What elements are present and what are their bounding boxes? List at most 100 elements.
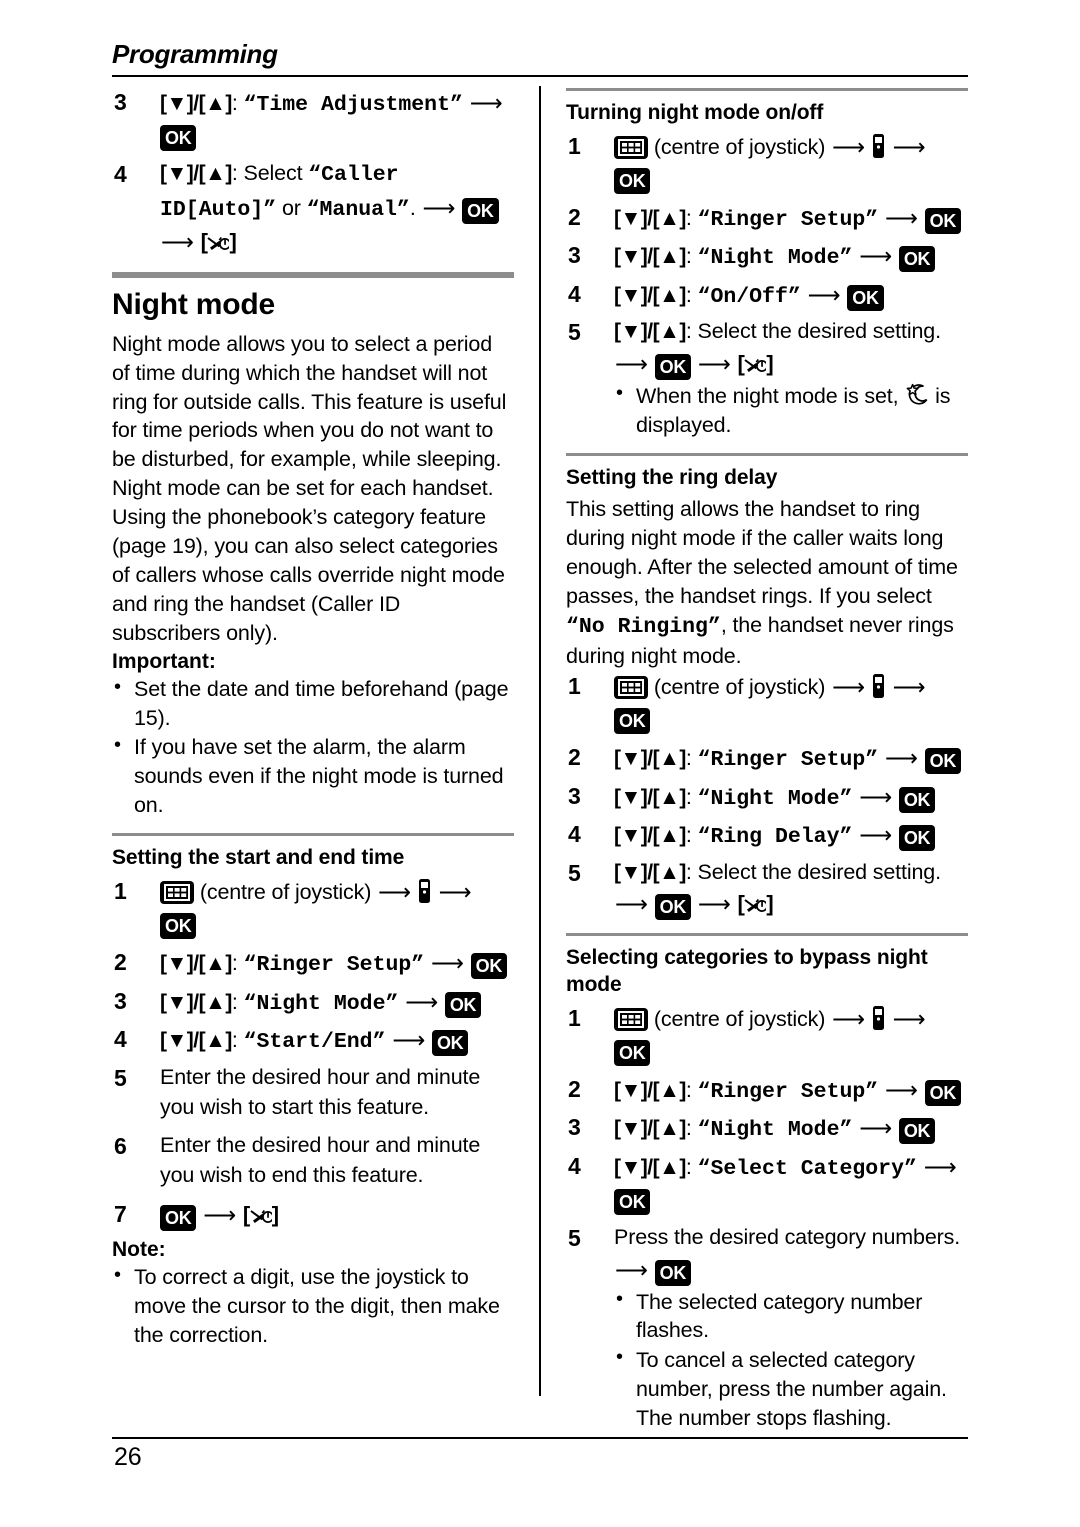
grid-menu-icon[interactable] — [614, 1007, 648, 1031]
ok-button[interactable]: OK — [654, 1259, 692, 1286]
grid-menu-icon[interactable] — [160, 881, 194, 905]
right-column: Turning night mode on/off 1 (centre of j… — [548, 86, 968, 1430]
arrow-icon: ⟶ — [859, 783, 893, 810]
menu-string: “On/Off” — [697, 284, 801, 309]
on-off-steps-list: 1 (centre of joystick) ⟶ ⟶ OK 2 [▼]/[▲]: … — [566, 130, 968, 440]
step-text: Press the desired category numbers. — [614, 1225, 961, 1250]
ok-button[interactable]: OK — [924, 207, 962, 234]
list-item: When the night mode is set, is displayed… — [614, 380, 968, 440]
arrow-icon: ⟶ — [832, 674, 865, 701]
step-item: 3 [▼]/[▲]: “Night Mode” ⟶ OK — [566, 1111, 968, 1146]
ok-button[interactable]: OK — [444, 991, 482, 1018]
ok-button[interactable]: OK — [470, 953, 508, 980]
ok-button[interactable]: OK — [898, 1118, 936, 1145]
arrow-icon: ⟶ — [615, 351, 648, 378]
ok-button[interactable]: OK — [462, 197, 499, 224]
ok-button[interactable]: OK — [898, 825, 936, 852]
handset-icon[interactable] — [872, 133, 886, 159]
joystick-keys: [▼]/[▲] — [160, 162, 232, 186]
step-number: 1 — [568, 133, 581, 160]
step-item: 7 OK ⟶ [] — [112, 1198, 514, 1231]
joystick-hint: (centre of joystick) — [199, 880, 372, 905]
menu-string: “Night Mode” — [697, 246, 853, 271]
step-item: 5 Press the desired category numbers. ⟶ … — [566, 1222, 968, 1433]
step-number: 1 — [568, 673, 581, 700]
ok-button[interactable]: OK — [431, 1030, 469, 1057]
grid-menu-icon[interactable] — [614, 676, 648, 700]
ok-button[interactable]: OK — [654, 354, 692, 381]
handset-icon[interactable] — [872, 1005, 886, 1031]
subsection-heading-bypass: Selecting categories to bypass night mod… — [566, 946, 928, 996]
arrow-icon: ⟶ — [859, 822, 893, 849]
arrow-icon: ⟶ — [859, 1115, 893, 1142]
menu-string: “Ringer Setup” — [243, 953, 425, 978]
handset-icon[interactable] — [418, 878, 432, 904]
step-number: 2 — [568, 744, 581, 771]
step-text: Enter the desired hour and minute you wi… — [160, 1064, 481, 1120]
step-colon: : — [231, 161, 238, 186]
list-item: Set the date and time beforehand (page 1… — [112, 674, 514, 733]
step-number: 1 — [114, 878, 127, 905]
ok-button[interactable]: OK — [898, 246, 936, 273]
subsection-divider — [566, 452, 968, 456]
joystick-keys: [▼]/[▲] — [614, 206, 686, 230]
arrow-icon: ⟶ — [892, 1005, 926, 1032]
joystick-hint: (centre of joystick) — [653, 675, 826, 700]
grid-menu-icon[interactable] — [614, 136, 648, 160]
ok-button[interactable]: OK — [614, 708, 651, 735]
step-item: 4 [▼]/[▲]: “Select Category” ⟶ OK — [566, 1150, 968, 1216]
step-item: 4 [▼]/[▲]: “On/Off” ⟶ OK — [566, 278, 968, 313]
step-item: 4 [▼]/[▲]: “Ring Delay” ⟶ OK — [566, 818, 968, 853]
subsection-heading-start-end: Setting the start and end time — [112, 846, 405, 870]
arrow-icon: ⟶ — [161, 229, 194, 256]
arrow-icon: ⟶ — [892, 674, 926, 701]
off-power-key-icon[interactable]: [] — [243, 1199, 279, 1230]
off-power-key-icon[interactable]: [] — [738, 348, 774, 379]
handset-icon[interactable] — [872, 673, 886, 699]
arrow-icon: ⟶ — [832, 134, 865, 161]
ok-button[interactable]: OK — [898, 786, 936, 813]
step-text: Select the desired setting. — [697, 319, 942, 344]
step-number: 4 — [568, 280, 581, 307]
ok-button[interactable]: OK — [924, 748, 962, 775]
start-end-steps-list: 1 (centre of joystick) ⟶ ⟶ OK 2 [▼]/[▲]: … — [112, 875, 514, 1231]
step-number: 3 — [568, 782, 581, 809]
step-number: 4 — [114, 161, 127, 188]
step-number: 2 — [568, 203, 581, 230]
ok-button[interactable]: OK — [614, 1039, 651, 1066]
list-item: If you have set the alarm, the alarm sou… — [112, 732, 514, 820]
bullet-prefix: When the night mode is set, — [636, 384, 899, 409]
joystick-keys: [▼]/[▲] — [160, 91, 232, 115]
off-power-key-icon[interactable]: [] — [738, 888, 774, 919]
step-text: Enter the desired hour and minute you wi… — [160, 1132, 481, 1188]
left-column: 3 [▼]/[▲]: “Time Adjustment” ⟶ OK 4 [▼]/[▲… — [112, 86, 532, 1416]
ok-button[interactable]: OK — [160, 1204, 197, 1231]
or-label: or — [281, 195, 301, 220]
ring-delay-steps-list: 1 (centre of joystick) ⟶ ⟶ OK 2 [▼]/[▲]: … — [566, 670, 968, 921]
step-number: 4 — [568, 821, 581, 848]
section-divider-thick — [112, 272, 514, 279]
step-number: 3 — [568, 242, 581, 269]
arrow-icon: ⟶ — [885, 204, 918, 231]
ok-button[interactable]: OK — [847, 284, 884, 311]
ok-button[interactable]: OK — [614, 1189, 651, 1216]
joystick-keys: [▼]/[▲] — [614, 245, 686, 269]
ok-button[interactable]: OK — [654, 894, 692, 921]
continued-steps-list: 3 [▼]/[▲]: “Time Adjustment” ⟶ OK 4 [▼]/[▲… — [112, 86, 514, 258]
ok-button[interactable]: OK — [614, 167, 651, 194]
step-number: 5 — [568, 319, 581, 346]
step-colon: : — [231, 90, 238, 115]
step-number: 2 — [114, 949, 127, 976]
ok-button[interactable]: OK — [160, 125, 197, 152]
ok-button[interactable]: OK — [924, 1079, 962, 1106]
step-number: 3 — [114, 987, 127, 1014]
subsection-divider — [566, 933, 968, 937]
step-number: 3 — [114, 88, 127, 115]
joystick-keys: [▼]/[▲] — [160, 990, 232, 1014]
arrow-icon: ⟶ — [885, 745, 918, 772]
step-item: 1 (centre of joystick) ⟶ ⟶ OK — [112, 875, 514, 940]
menu-string: “Start/End” — [243, 1030, 386, 1055]
off-power-key-icon[interactable]: [] — [201, 226, 237, 257]
step-item: 2 [▼]/[▲]: “Ringer Setup” ⟶ OK — [566, 1073, 968, 1108]
ok-button[interactable]: OK — [160, 913, 197, 940]
